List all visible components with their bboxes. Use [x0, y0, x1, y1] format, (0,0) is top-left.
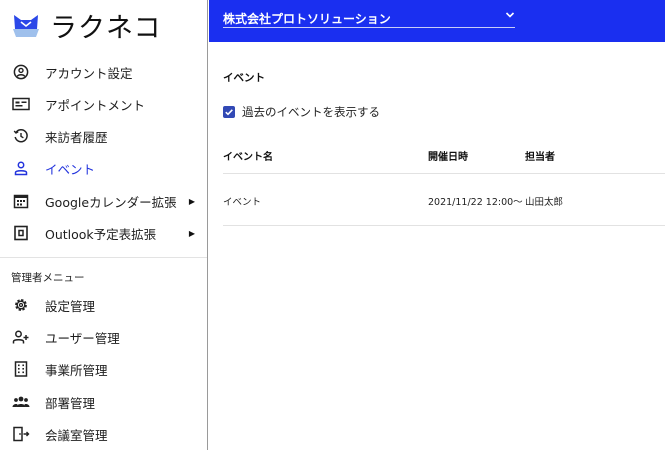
- sidebar-item-account-settings[interactable]: アカウント設定: [0, 56, 207, 88]
- caret-right-icon: ▶: [188, 228, 195, 238]
- sidebar-item-visitor-history[interactable]: 来訪者履歴: [0, 120, 207, 152]
- outlook-icon: [12, 224, 30, 242]
- company-name: 株式会社プロトソリューション: [223, 12, 391, 26]
- gear-icon: [12, 296, 30, 314]
- cell-owner: 山田太郎: [525, 197, 564, 208]
- sidebar-item-department-management[interactable]: 部署管理: [0, 386, 207, 418]
- cell-datetime: 2021/11/22 12:00〜: [428, 197, 523, 208]
- chevron-down-icon: [505, 12, 515, 18]
- checkmark-icon: [225, 109, 233, 116]
- company-selector[interactable]: 株式会社プロトソリューション: [223, 10, 515, 28]
- column-header-owner[interactable]: 担当者: [525, 148, 555, 163]
- sidebar-item-label: Googleカレンダー拡張: [45, 194, 177, 210]
- cell-event-name[interactable]: イベント: [223, 194, 261, 208]
- sidebar-item-outlook[interactable]: Outlook予定表拡張 ▶: [0, 217, 207, 249]
- account-circle-icon: [12, 63, 30, 81]
- top-header: 株式会社プロトソリューション: [209, 0, 665, 42]
- event-person-icon: [12, 159, 30, 177]
- sidebar-item-user-management[interactable]: ユーザー管理: [0, 321, 207, 353]
- show-past-events-toggle[interactable]: 過去のイベントを表示する: [223, 104, 380, 120]
- table-row-divider: [223, 225, 665, 226]
- meeting-room-icon: [12, 425, 30, 443]
- group-icon: [12, 393, 30, 411]
- history-icon: [12, 127, 30, 145]
- caret-right-icon: ▶: [188, 196, 195, 206]
- sidebar-item-office-management[interactable]: 事業所管理: [0, 353, 207, 385]
- app-name: ラクネコ: [50, 12, 162, 44]
- sidebar-divider: [0, 257, 207, 258]
- sidebar-item-appointments[interactable]: アポイントメント: [0, 88, 207, 120]
- show-past-events-label: 過去のイベントを表示する: [242, 105, 380, 119]
- sidebar-item-label: アポイントメント: [45, 97, 146, 113]
- sidebar-item-settings-management[interactable]: 設定管理: [0, 289, 207, 321]
- cat-logo-icon: [13, 15, 39, 37]
- sidebar-item-label: イベント: [45, 161, 96, 177]
- building-icon: [12, 360, 30, 378]
- add-user-icon: [12, 328, 30, 346]
- show-past-events-checkbox[interactable]: [223, 106, 235, 118]
- app-root: ラクネコ アカウント設定 アポイントメント 来訪者履歴 イベント Googleカ…: [0, 0, 665, 450]
- sidebar-item-label: 来訪者履歴: [45, 129, 108, 145]
- sidebar-item-google-calendar[interactable]: Googleカレンダー拡張 ▶: [0, 185, 207, 217]
- sidebar-item-meeting-room-management[interactable]: 会議室管理: [0, 418, 207, 450]
- admin-menu-label: 管理者メニュー: [11, 272, 85, 284]
- column-header-datetime[interactable]: 開催日時: [428, 148, 468, 163]
- sidebar: ラクネコ アカウント設定 アポイントメント 来訪者履歴 イベント Googleカ…: [0, 0, 208, 450]
- main-content: イベント 過去のイベントを表示する イベント名 開催日時 担当者 イベント 20…: [209, 42, 665, 450]
- sidebar-item-label: ユーザー管理: [45, 330, 120, 346]
- sidebar-item-label: Outlook予定表拡張: [45, 226, 157, 242]
- table-header-divider: [223, 173, 665, 174]
- column-header-event-name[interactable]: イベント名: [223, 148, 273, 163]
- sidebar-item-events[interactable]: イベント: [0, 152, 207, 184]
- sidebar-item-label: 部署管理: [45, 395, 96, 411]
- sidebar-item-label: 事業所管理: [45, 362, 108, 378]
- id-card-icon: [12, 95, 30, 113]
- page-title: イベント: [223, 72, 265, 84]
- calendar-icon: [12, 192, 30, 210]
- sidebar-item-label: 会議室管理: [45, 427, 108, 443]
- sidebar-item-label: アカウント設定: [45, 65, 133, 81]
- app-logo[interactable]: ラクネコ: [10, 8, 162, 44]
- sidebar-item-label: 設定管理: [45, 298, 96, 314]
